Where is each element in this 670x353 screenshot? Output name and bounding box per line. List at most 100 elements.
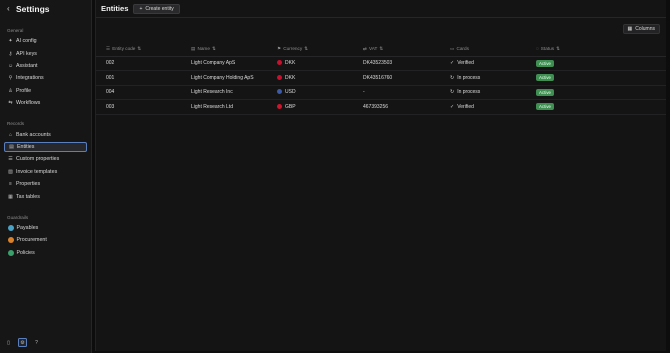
sort-icon[interactable]: ⇅ [137, 46, 141, 52]
column-label: Entity code [112, 46, 136, 52]
sidebar-item-procurement[interactable]: Procurement [0, 234, 91, 246]
sidebar-item-label: Properties [16, 181, 41, 188]
column-label: Cards [456, 46, 469, 52]
status-badge: Active [536, 74, 554, 82]
columns-button[interactable]: ▦ Columns [622, 24, 660, 34]
sidebar-item-custom-properties[interactable]: ☰ Custom properties [0, 153, 91, 165]
section-general: General [7, 28, 24, 33]
sidebar-item-label: Policies [16, 249, 35, 256]
cards-status: Verified [457, 103, 474, 110]
vat-number: DK43523503 [363, 60, 393, 67]
table-row[interactable]: 003 Light Research Ltd GBP 467393256 ✓ Verifi… [96, 99, 666, 115]
vat-number: 467393256 [363, 103, 389, 110]
refresh-icon: ↻ [450, 74, 455, 81]
flag-icon [277, 74, 282, 80]
payables-app-icon [8, 224, 14, 231]
sidebar-item-bank-accounts[interactable]: ⌂ Bank accounts [0, 128, 91, 140]
panel-toggle-icon[interactable]: ▯ [4, 338, 13, 347]
currency: DKK [285, 74, 296, 81]
cards-status: Verified [457, 60, 474, 67]
check-icon: ✓ [450, 103, 455, 110]
flag-icon [277, 103, 282, 109]
sidebar-item-label: Bank accounts [16, 131, 51, 138]
column-header-cards[interactable]: ▭ Cards [450, 42, 536, 57]
bot-icon: ☺ [7, 62, 14, 69]
workflow-icon: ⇆ [8, 100, 13, 107]
sidebar-item-tax-tables[interactable]: ▦ Tax tables [0, 190, 91, 202]
column-icon: ⚑ [277, 45, 282, 51]
sidebar-item-label: Profile [16, 87, 32, 94]
sort-icon[interactable]: ⇅ [304, 46, 308, 52]
vat-number: - [363, 89, 365, 96]
columns-icon: ▦ [627, 26, 633, 32]
settings-gear-icon[interactable]: ⚙ [18, 338, 27, 347]
column-header-status[interactable]: ◌ Status ⇅ [536, 42, 666, 57]
back-arrow-icon[interactable]: ‹ [7, 4, 16, 13]
sidebar-item-integrations[interactable]: ⚲ Integrations [0, 72, 91, 84]
sidebar-item-policies[interactable]: Policies [0, 247, 91, 259]
bank-icon: ⌂ [8, 131, 13, 138]
policies-app-icon [8, 249, 14, 256]
table-header-row: ☰ Entity code ⇅ ▤ Name ⇅ ⚑ Currency ⇅ ⇄ VAT ⇅ ▭ Cards… [96, 42, 666, 57]
cards-status: In process [457, 89, 481, 96]
sidebar-item-label: API keys [16, 50, 37, 57]
sort-icon[interactable]: ⇅ [379, 46, 383, 52]
currency: DKK [285, 60, 296, 67]
entity-code: 004 [106, 89, 115, 96]
sidebar-item-ai-config[interactable]: ✦ AI config [0, 35, 91, 47]
column-label: Currency [283, 46, 303, 52]
entity-name: Light Research Ltd [191, 103, 233, 110]
sidebar: ‹ Settings General ✦ AI config ⚷ API keys ☺ A… [0, 0, 92, 353]
column-label: Status [540, 46, 555, 52]
status-badge: Active [536, 88, 554, 96]
sidebar-item-assistant[interactable]: ☺ Assistant [0, 60, 91, 72]
entities-table: ☰ Entity code ⇅ ▤ Name ⇅ ⚑ Currency ⇅ ⇄ VAT ⇅ ▭ Cards… [96, 42, 666, 115]
sidebar-item-label: Assistant [16, 62, 38, 69]
create-entity-button[interactable]: + Create entity [133, 3, 180, 14]
sidebar-item-api-keys[interactable]: ⚷ API keys [0, 47, 91, 59]
column-icon: ◌ [536, 46, 539, 52]
sidebar-item-workflows[interactable]: ⇆ Workflows [0, 97, 91, 109]
cards-status: In process [457, 74, 481, 81]
user-icon: ♙ [8, 87, 13, 94]
sidebar-footer: ▯ ⚙ ? [4, 338, 41, 347]
status-badge: Active [536, 59, 554, 67]
columns-label: Columns [635, 26, 655, 32]
table-row[interactable]: 004 Light Research Inc USD - ↻ In process Acti… [96, 85, 666, 100]
table-icon: ▦ [8, 193, 13, 200]
sidebar-item-entities[interactable]: ▤ Entities [4, 141, 87, 153]
column-header-entity-code[interactable]: ☰ Entity code ⇅ [96, 42, 191, 57]
sidebar-item-properties[interactable]: ≡ Properties [0, 178, 91, 190]
sidebar-item-label: Entities [17, 143, 35, 150]
sidebar-item-label: Payables [16, 224, 39, 231]
column-header-name[interactable]: ▤ Name ⇅ [191, 42, 277, 57]
page-title: Entities [101, 4, 129, 13]
sidebar-item-profile[interactable]: ♙ Profile [0, 85, 91, 97]
column-header-currency[interactable]: ⚑ Currency ⇅ [277, 42, 363, 57]
flag-icon [277, 89, 282, 95]
procurement-app-icon [8, 237, 14, 244]
sidebar-item-label: Workflows [16, 100, 41, 107]
flag-icon [277, 60, 282, 66]
column-icon: ⇄ [363, 45, 367, 51]
column-icon: ☰ [106, 45, 111, 51]
entity-name: Light Company Holding ApS [191, 74, 254, 81]
sort-icon[interactable]: ⇅ [212, 46, 216, 52]
currency: USD [285, 89, 296, 96]
status-badge: Active [536, 103, 554, 111]
table-row[interactable]: 001 Light Company Holding ApS DKK DK4351676… [96, 70, 666, 86]
help-icon[interactable]: ? [32, 338, 41, 347]
sidebar-header: ‹ Settings [0, 1, 91, 16]
vat-number: DK43516760 [363, 74, 393, 81]
table-toolbar: ▦ Columns [96, 18, 666, 40]
building-icon: ▤ [9, 143, 14, 150]
column-icon: ▤ [191, 45, 196, 51]
list-icon: ≡ [9, 181, 12, 188]
column-header-vat[interactable]: ⇄ VAT ⇅ [363, 42, 450, 57]
table-row[interactable]: 002 Light Company ApS DKK DK43523503 ✓ Verifi… [96, 56, 666, 71]
column-icon: ▭ [450, 45, 455, 51]
sidebar-item-invoice-templates[interactable]: ▧ Invoice templates [0, 166, 91, 178]
sort-icon[interactable]: ⇅ [556, 46, 560, 52]
entity-code: 003 [106, 103, 115, 110]
sidebar-item-payables[interactable]: Payables [0, 222, 91, 234]
